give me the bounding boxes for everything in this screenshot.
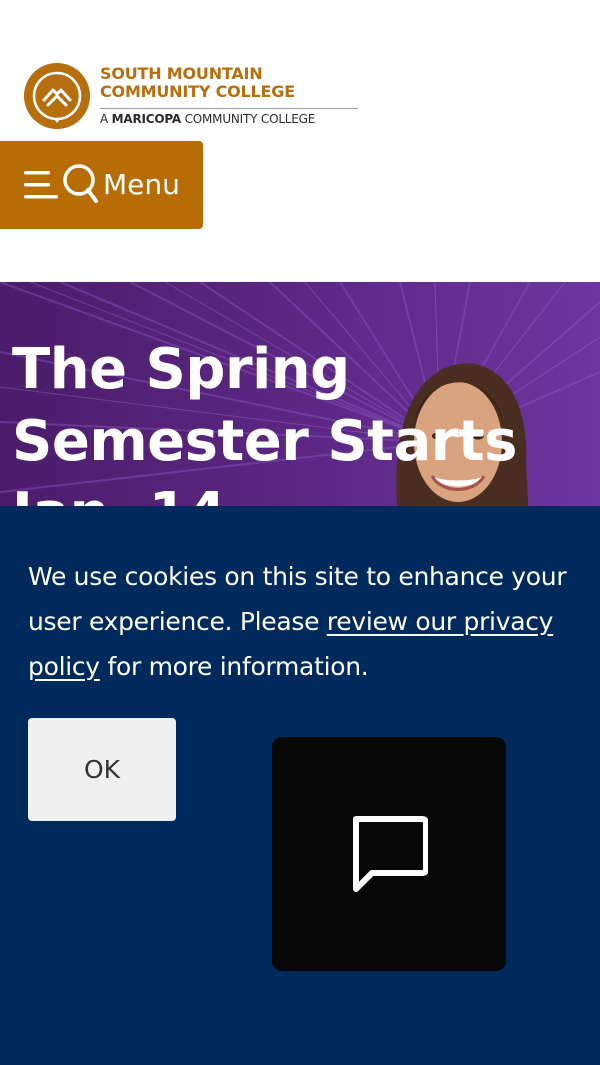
logo-tagline: A MARICOPA COMMUNITY COLLEGE: [100, 112, 315, 126]
cookie-consent-banner: We use cookies on this site to enhance y…: [0, 506, 600, 1065]
chat-bubble-icon: [353, 816, 428, 892]
logo-tagline-prefix: A: [100, 112, 109, 126]
logo-divider: [100, 108, 358, 109]
hero-title: The Spring Semester Starts Jan. 14: [12, 337, 517, 522]
logo-tagline-suffix: COMMUNITY COLLEGE: [184, 112, 316, 126]
logo-tagline-bold: MARICOPA: [111, 112, 182, 126]
menu-button[interactable]: Menu: [0, 141, 203, 229]
hamburger-search-icon: [24, 164, 98, 203]
hero-banner[interactable]: The Spring Semester Starts Jan. 14: [0, 282, 600, 522]
logo-college-name-line1: SOUTH MOUNTAIN: [100, 64, 263, 83]
cookie-ok-button[interactable]: OK: [28, 718, 176, 821]
chat-button[interactable]: [272, 737, 506, 971]
logo-college-name-line2: COMMUNITY COLLEGE: [100, 82, 295, 101]
cookie-message: We use cookies on this site to enhance y…: [28, 554, 573, 689]
mountain-logo-icon: [24, 63, 90, 129]
cookie-message-text-end: for more information.: [99, 652, 369, 681]
site-header: SOUTH MOUNTAIN COMMUNITY COLLEGE A MARIC…: [0, 0, 600, 282]
menu-button-label: Menu: [103, 168, 180, 201]
ok-button-label: OK: [83, 755, 121, 784]
logo-text: SOUTH MOUNTAIN COMMUNITY COLLEGE: [100, 65, 295, 101]
college-logo[interactable]: SOUTH MOUNTAIN COMMUNITY COLLEGE A MARIC…: [24, 63, 364, 131]
